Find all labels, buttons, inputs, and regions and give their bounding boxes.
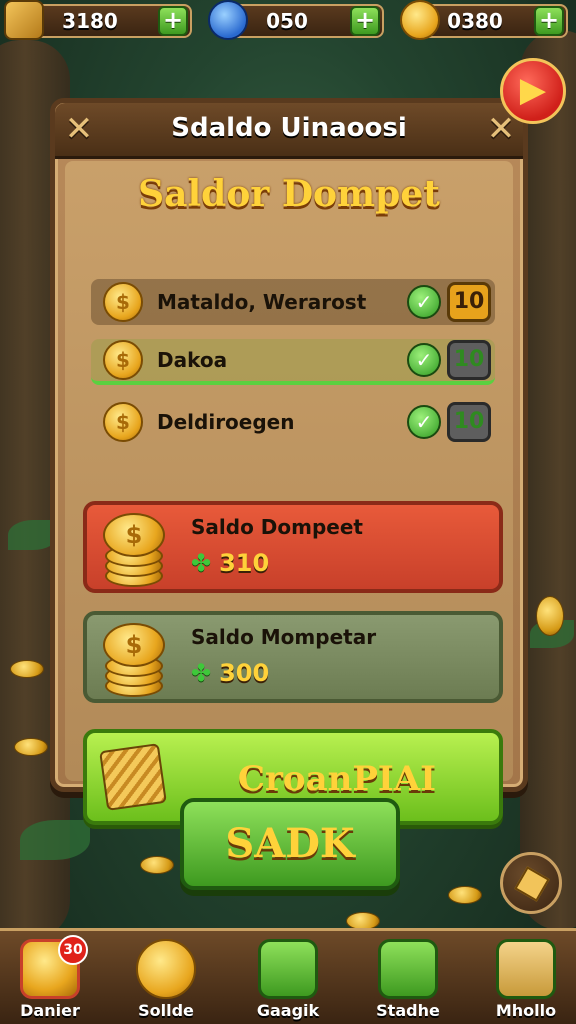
treasure-box-icon: [496, 939, 556, 999]
wallet-row-label: Dakoa: [157, 348, 228, 372]
side-shop-button[interactable]: [500, 852, 562, 914]
wallet-row[interactable]: $ Dakoa ✓ 10: [91, 339, 495, 385]
background-coin: [14, 738, 48, 756]
nav-item-gaagik[interactable]: Gaagik: [240, 937, 336, 1023]
nav-item-label: Stadhe: [376, 1001, 440, 1020]
main-action-label: SADK: [225, 820, 355, 867]
nav-item-sollde[interactable]: Sollde: [118, 937, 214, 1023]
panel-header-title: Sdaldo Uinaoosi: [171, 113, 407, 143]
coin-stack-icon: $: [101, 623, 171, 697]
nav-item-label: Danier: [20, 1001, 80, 1020]
panel-title: Saldor Dompet: [138, 173, 440, 215]
nav-item-danier[interactable]: 30 Danier: [2, 935, 98, 1023]
add-coins-button[interactable]: +: [534, 6, 564, 36]
check-icon: ✓: [407, 405, 441, 439]
coin-bag-icon: [258, 939, 318, 999]
wallet-row-value: 10: [447, 340, 491, 380]
cube-icon: [514, 866, 550, 902]
wallet-row-label: Mataldo, Werarost: [157, 290, 367, 314]
balance-card-amount: 310: [219, 549, 270, 577]
balance-card-title: Saldo Mompetar: [191, 625, 377, 649]
coin-icon: [400, 0, 440, 40]
coin-icon: [136, 939, 196, 999]
background-leaf: [20, 820, 90, 860]
balance-card-primary[interactable]: $ Saldo Dompeet ✤ 310: [83, 501, 503, 593]
balance-card-value: ✤ 310: [191, 549, 269, 577]
coin-stack-icon: $: [101, 513, 171, 587]
resource-bar: 3180 + 050 + 0380 +: [0, 0, 576, 44]
check-icon: ✓: [407, 343, 441, 377]
close-button[interactable]: ▶: [500, 58, 566, 124]
background-coin: [140, 856, 174, 874]
add-arrows-button[interactable]: +: [158, 6, 188, 36]
nav-item-label: Gaagik: [256, 1001, 320, 1020]
check-icon: ✓: [407, 285, 441, 319]
background-coin: [10, 660, 44, 678]
wallet-row-label: Deldiroegen: [157, 410, 295, 434]
notification-badge: 30: [58, 935, 88, 965]
background-coin: [536, 596, 564, 636]
nav-item-mhollo[interactable]: Mhollo: [478, 937, 574, 1023]
background-tree-right: [520, 30, 576, 930]
cash-bundle-icon: [99, 743, 167, 811]
coin-icon: $: [103, 340, 143, 380]
panel-header: Sdaldo Uinaoosi: [55, 103, 523, 159]
wallet-row[interactable]: $ Mataldo, Werarost ✓ 10: [91, 279, 495, 325]
wallet-panel: Sdaldo Uinaoosi ✕ ✕ Saldor Dompet $ Mata…: [50, 98, 528, 825]
nav-item-stadhe[interactable]: Stadhe: [360, 937, 456, 1023]
resource-arrows: 3180 +: [20, 4, 192, 38]
corner-ornament-left-icon: ✕: [64, 109, 94, 149]
confirm-button-label: CroanPIAI: [237, 759, 437, 799]
nav-item-label: Mhollo: [495, 1001, 557, 1020]
clover-icon: ✤: [191, 659, 212, 687]
wallet-row-value: 10: [447, 282, 491, 322]
coin-stack-icon: $: [103, 282, 143, 322]
background-coin: [448, 886, 482, 904]
arrow-icon: [4, 0, 44, 40]
balance-card-secondary[interactable]: $ Saldo Mompetar ✤ 300: [83, 611, 503, 703]
balance-card-value: ✤ 300: [191, 659, 269, 687]
wallet-row[interactable]: $ Deldiroegen ✓ 10: [91, 399, 495, 445]
balance-card-title: Saldo Dompeet: [191, 515, 363, 539]
balance-card-amount: 300: [219, 659, 270, 687]
bottom-nav: 30 Danier Sollde Gaagik Stadhe Mhollo: [0, 928, 576, 1024]
wallet-row-value: 10: [447, 402, 491, 442]
nav-item-label: Sollde: [138, 1001, 194, 1020]
add-gems-button[interactable]: +: [350, 6, 380, 36]
gem-icon: [208, 0, 248, 40]
clover-icon: ✤: [191, 549, 212, 577]
main-action-button[interactable]: SADK: [180, 798, 400, 890]
coin-stack-icon: [378, 939, 438, 999]
coin-icon: $: [103, 402, 143, 442]
panel-body: Saldor Dompet $ Mataldo, Werarost ✓ 10 $…: [65, 161, 513, 825]
